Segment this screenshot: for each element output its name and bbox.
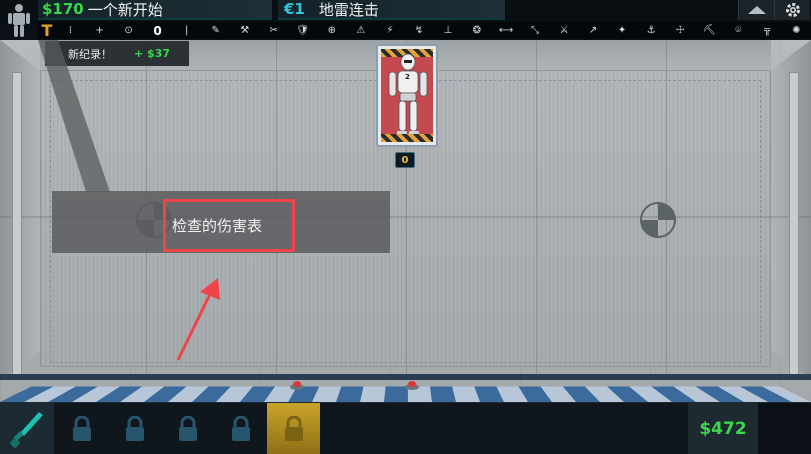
toolbar-item[interactable]: ↯ [404,22,433,39]
challenge-title: 一个新开始 [87,0,163,19]
lock-icon [231,416,250,441]
robot-number: 2 [405,73,410,81]
collapse-button[interactable] [738,0,774,20]
challenge-panel[interactable]: $170 一个新开始 [38,0,272,20]
bottom-right-panel [758,403,811,454]
locked-slot[interactable] [108,403,161,454]
toolbar-item[interactable]: ⟷ [491,22,520,39]
toolbar-item[interactable]: | [172,22,201,39]
t-icon[interactable]: T [38,21,56,40]
bottom-bar: $472 [0,402,811,454]
toolbar-counter: 0 [153,23,162,38]
mission-credits: €1 [284,0,305,18]
settings-button[interactable] [774,0,810,20]
tooltip-text: 检查的伤害表 [172,217,263,235]
wall-seam [536,40,537,380]
target-marker-icon [640,202,676,238]
gear-icon [785,3,800,17]
toolbar-item[interactable]: ⚓ [637,22,666,39]
locked-slot[interactable] [214,403,267,454]
toolbar-item[interactable]: ⚔ [550,22,579,39]
toolbar-item[interactable]: ⚠ [346,22,375,39]
player-avatar-button[interactable] [0,0,38,40]
right-rail [789,72,799,378]
knife-slot[interactable] [0,403,54,454]
knife-icon [10,412,43,448]
toolbar-item[interactable]: ✂ [259,22,288,39]
locked-slot-selected[interactable] [267,403,320,454]
toolbar-item[interactable]: ⊥ [433,22,462,39]
toolbar-item[interactable]: ↗ [579,22,608,39]
mission-title: 地雷连击 [318,0,379,19]
toolbar-item[interactable]: 🛡 [288,22,317,39]
toolbar-item[interactable]: ⊕ [317,22,346,39]
toolbar-item[interactable]: ✦ [608,22,637,39]
toolbar-item[interactable]: ❂ [462,22,491,39]
cash-display: $472 [688,403,758,454]
toolbar-item[interactable]: ⚒ [230,22,259,39]
robot-icon [388,53,428,136]
lock-icon [72,416,91,441]
weapon-toolbar: T ⁞ + ⊙ 0 | ✎ ⚒ ✂ 🛡 ⊕ ⚠ ⚡ ↯ ⊥ ❂ ⟷ ⤡ ⚔ ↗ … [38,21,811,40]
new-record-banner: 新纪录！ + $37 [45,41,189,66]
mission-panel[interactable]: €1 地雷连击 [278,0,505,20]
locked-slot[interactable] [55,403,108,454]
toolbar-item[interactable]: + [85,22,114,39]
robot-damage-badge: 0 [395,152,415,168]
top-right-buttons [738,0,811,20]
toolbar-item[interactable]: ⤡ [521,22,550,39]
toolbar-item[interactable]: ✎ [201,22,230,39]
robot-card-background: 2 [381,49,433,142]
record-amount: + $37 [134,47,171,60]
toolbar-item[interactable]: ⌾ [724,22,753,39]
left-rail [12,72,22,378]
lock-icon [125,416,144,441]
toolbar-item[interactable]: ✺ [782,22,811,39]
toolbar-item[interactable]: ☩ [666,22,695,39]
red-arrow-icon [176,278,220,361]
toolbar-item[interactable]: ╦ [753,22,782,39]
toolbar-item[interactable]: ⚡ [375,22,404,39]
locked-slot[interactable] [161,403,214,454]
landmine-icon [405,381,419,390]
damage-table-hint: 检查的伤害表 [163,199,295,252]
lock-icon [284,416,303,441]
cash-amount: $472 [699,419,747,439]
toolbar-item[interactable]: ⛏ [695,22,724,39]
person-icon [8,4,30,37]
chevron-up-icon [747,6,766,14]
landmine-icon [290,381,304,390]
toolbar-item[interactable]: ⊙ [114,22,143,39]
robot-card[interactable]: 2 [376,44,438,147]
record-label: 新纪录！ [68,47,112,61]
challenge-money: $170 [42,0,84,18]
lock-icon [178,416,197,441]
toolbar-item[interactable]: ⁞ [56,22,85,39]
